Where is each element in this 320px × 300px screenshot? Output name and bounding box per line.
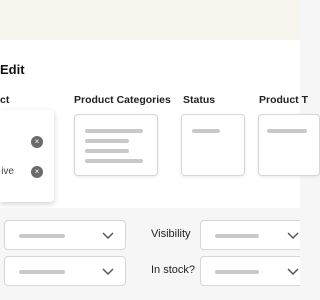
in-stock-label: In stock? — [151, 264, 196, 276]
placeholder-line — [85, 159, 143, 163]
selected-values-popover — [0, 110, 54, 202]
top-bar — [0, 0, 300, 41]
chevron-down-icon — [102, 268, 114, 276]
in-stock-select[interactable] — [200, 256, 300, 286]
placeholder-line — [215, 270, 259, 274]
product-type-field[interactable] — [258, 114, 320, 176]
placeholder-line — [192, 129, 220, 133]
placeholder-line — [85, 129, 143, 133]
option-label-partial: ive — [1, 166, 14, 177]
visibility-select[interactable] — [200, 220, 300, 250]
filter-select-1[interactable] — [4, 220, 126, 250]
column-header-status: Status — [183, 94, 216, 106]
placeholder-line — [85, 149, 129, 153]
chevron-down-icon — [287, 268, 299, 276]
placeholder-line — [267, 129, 307, 133]
chevron-down-icon — [102, 232, 114, 240]
placeholder-line — [19, 270, 65, 274]
visibility-label: Visibility — [151, 228, 191, 240]
placeholder-line — [215, 234, 259, 238]
status-field[interactable] — [181, 114, 245, 176]
page-title: Edit — [0, 62, 25, 77]
clear-option-icon[interactable]: × — [31, 136, 43, 148]
column-header-product-categories: Product Categories — [74, 94, 171, 106]
column-header-product-partial: Product T — [259, 94, 308, 106]
product-categories-field[interactable] — [74, 114, 158, 176]
filter-select-2[interactable] — [4, 256, 126, 286]
clear-option-icon[interactable]: × — [31, 166, 43, 178]
chevron-down-icon — [287, 232, 299, 240]
column-header-partial: ct — [0, 94, 10, 106]
placeholder-line — [85, 139, 129, 143]
placeholder-line — [19, 234, 65, 238]
